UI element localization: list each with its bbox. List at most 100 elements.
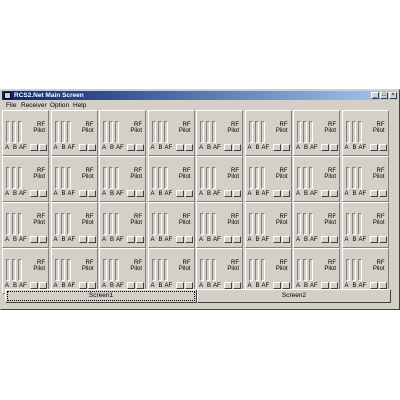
level-meter (163, 213, 168, 235)
channel-button[interactable] (127, 236, 135, 243)
screen2-button[interactable]: Screen2 (197, 289, 391, 303)
af-label: AF (19, 191, 27, 197)
channel-button[interactable] (78, 236, 87, 243)
channel-button[interactable] (127, 190, 135, 197)
pilot-label: Pilot (275, 266, 288, 272)
channel-button[interactable] (378, 190, 387, 197)
channel-button[interactable] (127, 282, 135, 289)
channel-button[interactable] (136, 190, 144, 197)
menu-option[interactable]: Option (50, 101, 69, 110)
channel-button[interactable] (330, 236, 338, 243)
channel-button[interactable] (369, 144, 378, 151)
level-meter (151, 121, 156, 143)
pilot-label: Pilot (324, 174, 336, 180)
channel-button[interactable] (30, 282, 38, 289)
channel-button[interactable] (281, 190, 290, 197)
channel-button[interactable] (87, 190, 96, 197)
channel-button[interactable] (272, 144, 281, 151)
menu-receiver[interactable]: Receiver (21, 101, 47, 110)
channel-button[interactable] (39, 282, 47, 289)
level-meter (103, 167, 107, 189)
channel-button[interactable] (136, 144, 144, 151)
level-meter (157, 213, 162, 235)
channel-button[interactable] (175, 282, 184, 289)
level-meter (206, 121, 210, 143)
channel-button[interactable] (233, 190, 241, 197)
level-meter (66, 213, 71, 235)
receiver-channel: RF Pilot A B AF (244, 156, 292, 202)
channel-button[interactable] (369, 190, 378, 197)
channel-button[interactable] (30, 144, 38, 151)
level-meter (357, 213, 362, 235)
channel-button[interactable] (281, 236, 290, 243)
channel-button[interactable] (224, 282, 232, 289)
channel-button[interactable] (39, 144, 47, 151)
close-button[interactable]: × (389, 92, 397, 99)
channel-button[interactable] (272, 282, 281, 289)
level-meter (297, 167, 301, 189)
channel-button[interactable] (281, 282, 290, 289)
channel-button[interactable] (378, 144, 387, 151)
channel-button[interactable] (378, 236, 387, 243)
a-label: A (344, 145, 349, 151)
channel-button[interactable] (233, 144, 241, 151)
channel-button[interactable] (378, 282, 387, 289)
af-label: AF (213, 145, 221, 151)
level-meter (303, 213, 307, 235)
channel-button[interactable] (369, 282, 378, 289)
channel-button[interactable] (78, 190, 87, 197)
pilot-label: Pilot (130, 220, 142, 226)
channel-button[interactable] (224, 236, 232, 243)
receiver-channel: RF Pilot A B AF (50, 248, 98, 294)
level-meter (163, 167, 168, 189)
b-label: B (158, 145, 163, 151)
maximize-button[interactable]: □ (380, 92, 388, 99)
channel-button[interactable] (175, 144, 184, 151)
title-bar[interactable]: RCS2.Net Main Screen _ □ × (2, 91, 398, 100)
channel-button[interactable] (78, 144, 87, 151)
channel-button[interactable] (136, 282, 144, 289)
channel-button[interactable] (127, 144, 135, 151)
channel-button[interactable] (321, 282, 329, 289)
channel-button[interactable] (224, 144, 232, 151)
channel-button[interactable] (39, 190, 47, 197)
channel-button[interactable] (136, 236, 144, 243)
menu-help[interactable]: Help (73, 101, 86, 110)
channel-button[interactable] (369, 236, 378, 243)
channel-button[interactable] (224, 190, 232, 197)
level-meter (103, 259, 107, 281)
level-meter (351, 121, 356, 143)
channel-button[interactable] (233, 282, 241, 289)
channel-button[interactable] (184, 144, 193, 151)
channel-button[interactable] (330, 144, 338, 151)
af-label: AF (358, 145, 367, 151)
screen1-button[interactable]: Screen1 (5, 289, 197, 303)
af-label: AF (67, 191, 76, 197)
channel-button[interactable] (30, 190, 38, 197)
channel-button[interactable] (78, 282, 87, 289)
level-meter (6, 259, 10, 281)
channel-button[interactable] (281, 144, 290, 151)
channel-button[interactable] (233, 236, 241, 243)
level-meter (115, 167, 119, 189)
channel-button[interactable] (87, 236, 96, 243)
channel-button[interactable] (175, 190, 184, 197)
channel-button[interactable] (184, 236, 193, 243)
channel-button[interactable] (321, 144, 329, 151)
channel-button[interactable] (175, 236, 184, 243)
channel-button[interactable] (87, 282, 96, 289)
channel-button[interactable] (330, 190, 338, 197)
level-meter (260, 121, 265, 143)
channel-button[interactable] (330, 282, 338, 289)
channel-button[interactable] (321, 236, 329, 243)
channel-button[interactable] (272, 236, 281, 243)
channel-button[interactable] (184, 282, 193, 289)
channel-button[interactable] (30, 236, 38, 243)
minimize-button[interactable]: _ (371, 92, 379, 99)
channel-button[interactable] (87, 144, 96, 151)
channel-button[interactable] (184, 190, 193, 197)
channel-button[interactable] (321, 190, 329, 197)
channel-button[interactable] (39, 236, 47, 243)
channel-button[interactable] (272, 190, 281, 197)
menu-file[interactable]: File (6, 101, 16, 110)
